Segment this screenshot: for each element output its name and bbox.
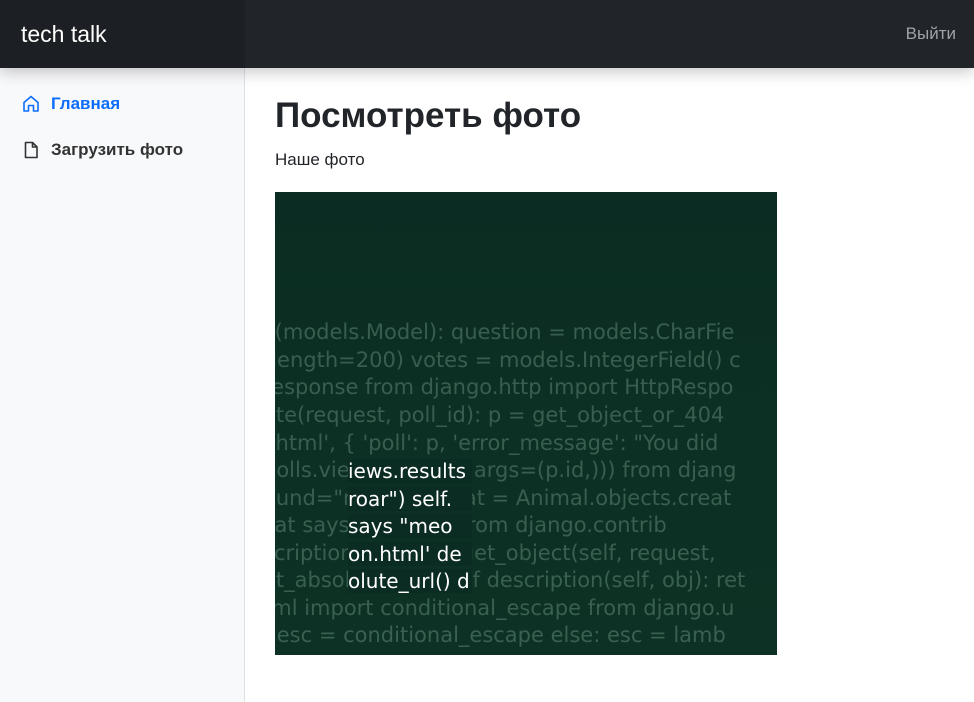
code-text-line: (length=200) votes = models.IntegerField… [275, 348, 741, 372]
code-text-line: polls.views.results', args=(p.id,))) fro… [275, 458, 737, 482]
code-text-line: ote(request, poll_id): p = get_object_or… [275, 403, 725, 427]
highlighted-code-line: on.html' de [348, 542, 472, 566]
sidebar-item-upload[interactable]: Загрузить фото [21, 138, 183, 162]
code-text-line: scription.html' def get_object(self, req… [275, 541, 716, 565]
sidebar-item-label: Загрузить фото [51, 140, 184, 159]
code-text-line: : esc = conditional_escape else: esc = l… [275, 623, 726, 647]
code-text-line: ound="roar") self.cat = Animal.objects.c… [275, 486, 732, 510]
highlighted-code-line: roar") self. [348, 487, 472, 511]
page-title: Посмотреть фото [275, 96, 582, 135]
code-text-line: tml import conditional_escape from djang… [275, 596, 735, 620]
photo-caption: Наше фото [275, 150, 365, 169]
sidebar: Главная Загрузить фото [0, 68, 245, 702]
home-icon [21, 94, 41, 114]
highlighted-code-line: says "meo [348, 514, 472, 538]
file-icon [21, 140, 41, 160]
code-text-line: et_absolute_url() def description(self, … [275, 568, 746, 592]
sidebar-item-home[interactable]: Главная [21, 92, 120, 116]
signout-link[interactable]: Выйти [906, 0, 956, 68]
highlighted-code-line: iews.results [348, 459, 472, 483]
photo-image: ll(models.Model): question = models.Char… [275, 192, 777, 655]
top-navbar: tech talk Выйти [0, 0, 974, 68]
code-text-line: ll(models.Model): question = models.Char… [275, 320, 735, 344]
brand-link[interactable]: tech talk [0, 0, 245, 68]
sidebar-item-label: Главная [51, 94, 121, 113]
code-text-line: response from django.http import HttpRes… [275, 375, 734, 399]
highlighted-code-line: olute_url() d [348, 569, 472, 593]
code-text-line: l.html', { 'poll': p, 'error_message': "… [275, 431, 719, 455]
